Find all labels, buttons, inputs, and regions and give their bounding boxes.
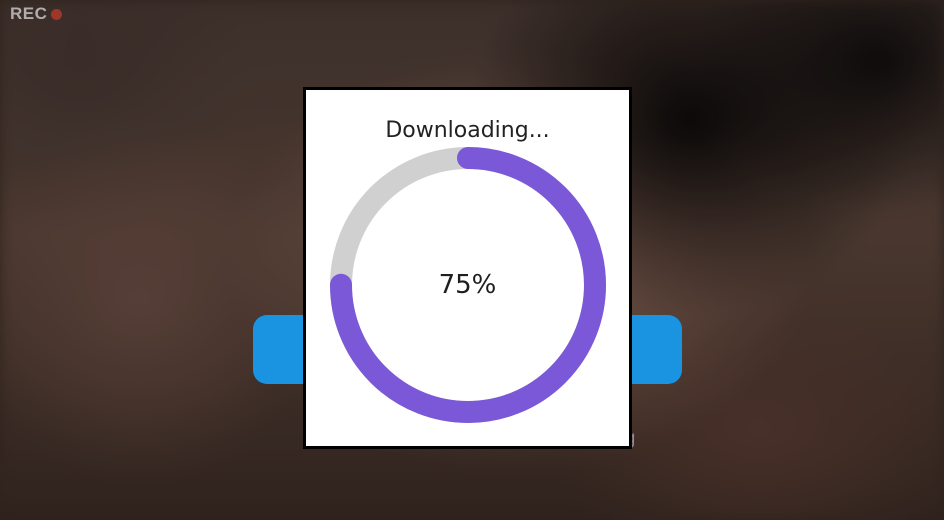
download-dialog: Downloading... 75%: [303, 87, 632, 449]
progress-percentage: 75%: [438, 270, 497, 300]
recording-label: REC: [10, 4, 48, 23]
recording-indicator: REC: [10, 4, 63, 24]
dialog-title: Downloading...: [385, 118, 550, 143]
app-window: REC Nu hat hing Downloading...: [0, 0, 944, 520]
recording-dot-icon: [51, 8, 63, 20]
